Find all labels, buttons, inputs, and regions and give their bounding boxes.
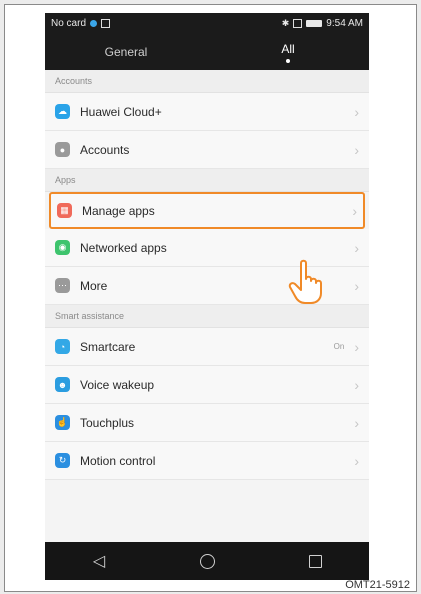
navigation-bar: ◁ [45, 542, 369, 580]
smartcare-icon: ◔ [55, 339, 70, 354]
voice-icon: ☻ [55, 377, 70, 392]
item-label: Motion control [80, 453, 156, 468]
item-label: Smartcare [80, 339, 136, 354]
item-label: Voice wakeup [80, 377, 155, 392]
battery-icon [306, 20, 323, 27]
chevron-right-icon: › [354, 239, 359, 256]
back-icon[interactable]: ◁ [74, 551, 124, 571]
touch-icon: ☝ [55, 415, 70, 430]
recents-icon[interactable] [290, 554, 340, 568]
item-label: Manage apps [82, 203, 155, 218]
notification-icon [101, 19, 111, 28]
settings-item-touchplus[interactable]: ☝ Touchplus › [45, 404, 369, 442]
tab-general[interactable]: General [45, 34, 207, 70]
more-icon: ⋯ [55, 278, 70, 293]
section-header-accounts: Accounts [45, 70, 369, 93]
account-icon: ● [55, 142, 70, 157]
motion-icon: ↻ [55, 453, 70, 468]
tab-all[interactable]: All [207, 34, 369, 70]
tab-general-label: General [104, 45, 148, 59]
item-label: Networked apps [80, 240, 167, 255]
item-label: Touchplus [80, 415, 135, 430]
carrier-text: No card [51, 18, 87, 29]
sim-icon [90, 20, 98, 27]
section-title: Accounts [55, 76, 93, 86]
tab-all-label: All [281, 41, 295, 56]
chevron-right-icon: › [354, 141, 359, 158]
item-label: Huawei Cloud+ [80, 104, 162, 119]
chevron-right-icon: › [354, 414, 359, 431]
section-header-apps: Apps [45, 169, 369, 192]
network-icon: ◉ [55, 240, 70, 255]
figure-caption: OMT21-5912 [345, 579, 410, 591]
chevron-right-icon: › [354, 452, 359, 469]
vibrate-icon [293, 19, 303, 28]
section-title: Smart assistance [55, 311, 125, 321]
settings-item-accounts[interactable]: ● Accounts › [45, 131, 369, 169]
settings-item-motion-control[interactable]: ↻ Motion control › [45, 442, 369, 480]
clock-time: 9:54 AM [326, 18, 363, 29]
chevron-right-icon: › [354, 338, 359, 355]
settings-item-huawei-cloud[interactable]: ☁ Huawei Cloud+ › [45, 93, 369, 131]
apps-grid-icon: ▦ [57, 203, 72, 218]
cloud-icon: ☁ [55, 104, 70, 119]
selected-tab-indicator [286, 58, 290, 63]
bluetooth-icon: ✱ [281, 18, 290, 28]
status-value: On [333, 342, 345, 351]
item-label: Accounts [80, 142, 130, 157]
settings-item-smartcare[interactable]: ◔ Smartcare On › [45, 328, 369, 366]
settings-item-manage-apps[interactable]: ▦ Manage apps › [49, 192, 365, 229]
pointer-hand-icon [288, 259, 322, 304]
chevron-right-icon: › [354, 376, 359, 393]
chevron-right-icon: › [354, 277, 359, 294]
figure-frame: No card ✱ 9:54 AM General All Accounts ☁… [4, 4, 417, 592]
section-title: Apps [55, 175, 76, 185]
status-bar: No card ✱ 9:54 AM [45, 13, 369, 34]
home-icon[interactable] [182, 553, 232, 569]
tab-bar: General All [45, 34, 369, 70]
chevron-right-icon: › [352, 202, 357, 219]
settings-item-voice-wakeup[interactable]: ☻ Voice wakeup › [45, 366, 369, 404]
section-header-smart-assistance: Smart assistance [45, 305, 369, 328]
chevron-right-icon: › [354, 103, 359, 120]
